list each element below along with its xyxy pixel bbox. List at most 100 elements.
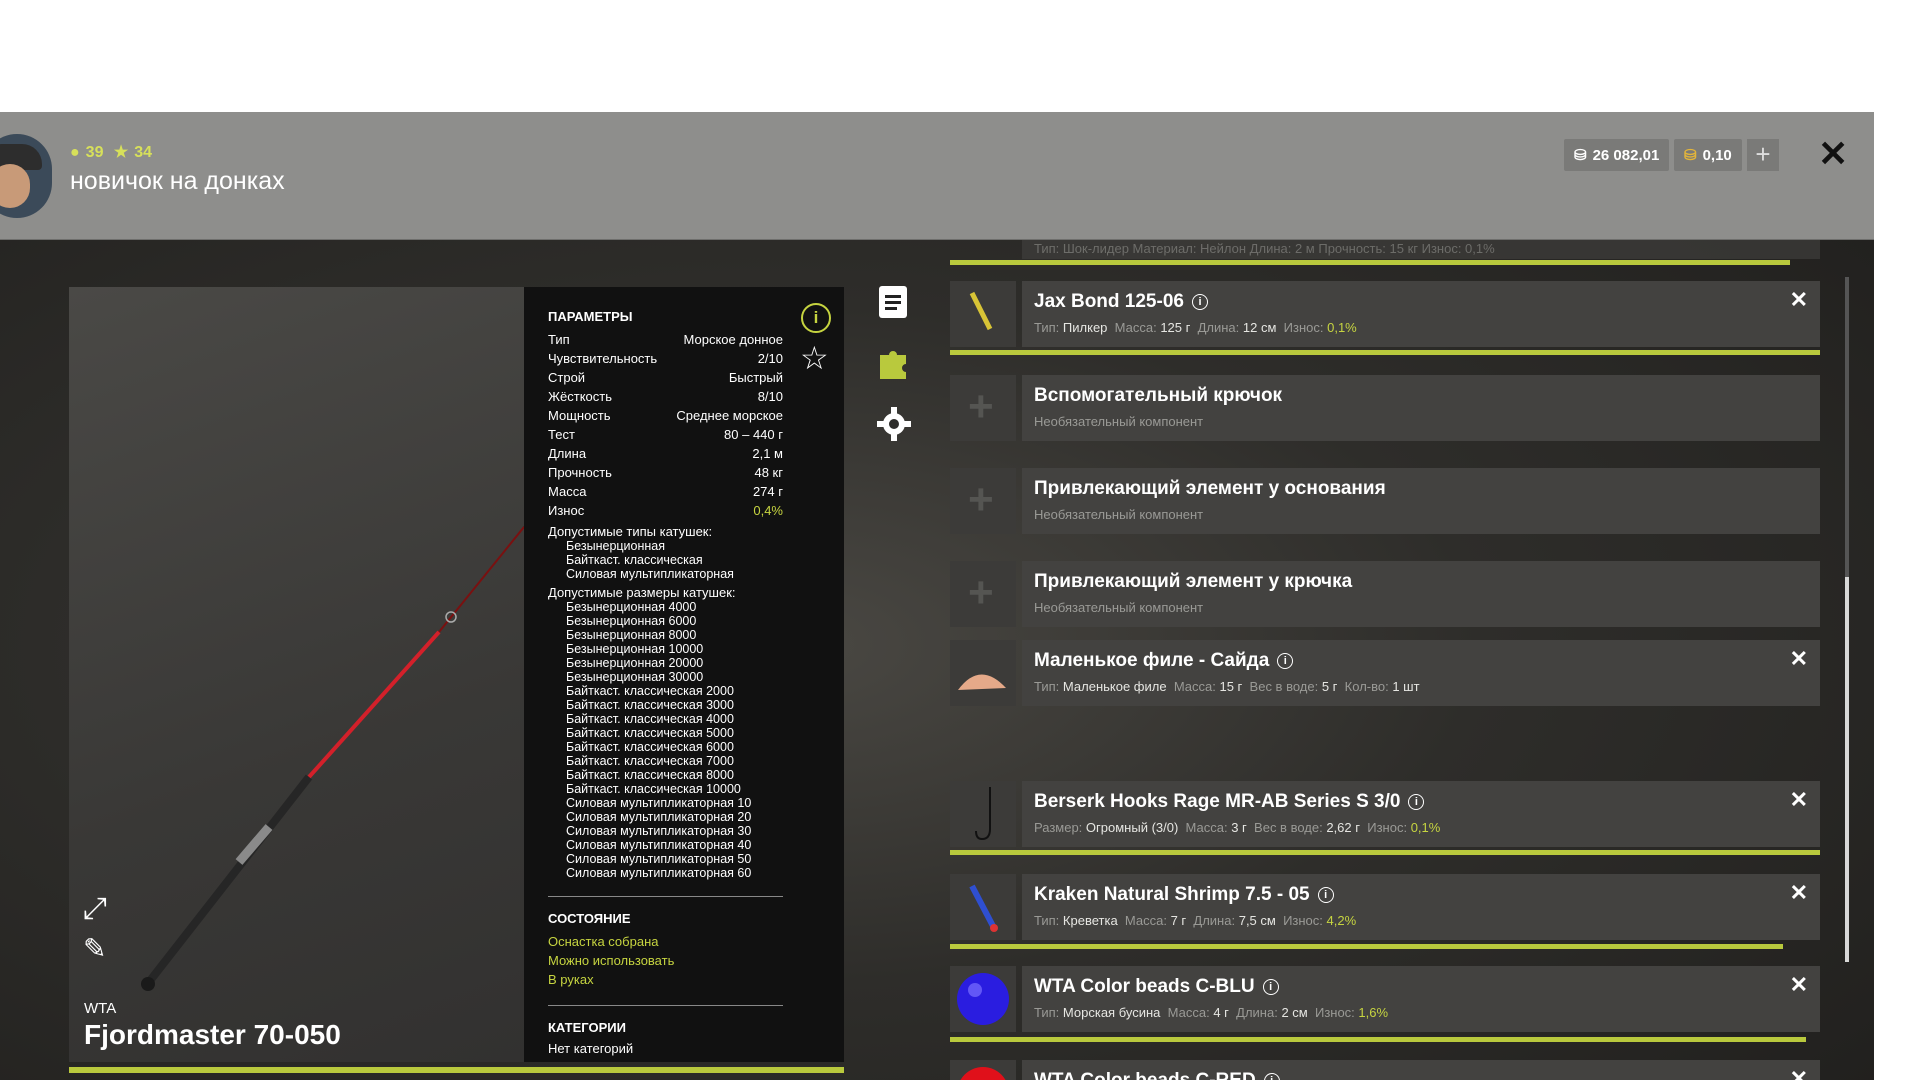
- shrimp-thumbnail: [950, 874, 1016, 940]
- param-row: Строй Быстрый: [548, 368, 783, 387]
- avatar[interactable]: [0, 134, 52, 218]
- param-value: 48 кг: [754, 465, 783, 480]
- plus-icon[interactable]: +: [968, 478, 994, 522]
- scrollbar-thumb[interactable]: [1845, 577, 1849, 962]
- params-heading: ПАРАМЕТРЫ: [548, 309, 633, 324]
- slot-bead-blue[interactable]: WTA Color beads C-BLU i Тип: Морская буси…: [950, 966, 1820, 1032]
- info-icon[interactable]: i: [1277, 653, 1294, 669]
- state-heading: СОСТОЯНИЕ: [548, 911, 631, 926]
- param-value: 274 г: [752, 484, 783, 499]
- player-stats: ● 39 ★ 34: [70, 142, 158, 162]
- slot-leader-partial[interactable]: Тип: Шок-лидер Материал: Нейлон Длина: 2…: [950, 239, 1820, 259]
- remove-icon[interactable]: ✕: [1790, 287, 1808, 313]
- jig-details: Тип: Пилкер Масса: 125 г Длина: 12 см Из…: [1034, 320, 1357, 335]
- list-item: Байткаст. классическая 3000: [566, 698, 734, 712]
- list-item: Силовая мультипликаторная 30: [566, 824, 752, 838]
- slot-attractor-hook[interactable]: + Привлекающий элемент у крючка Необязат…: [950, 561, 1820, 627]
- param-label: Мощность: [548, 408, 611, 423]
- param-row: Тип Морское донное: [548, 330, 783, 349]
- remove-icon[interactable]: ✕: [1790, 646, 1808, 672]
- remove-icon[interactable]: ✕: [1790, 972, 1808, 998]
- add-currency-button[interactable]: +: [1747, 139, 1779, 171]
- attractor-hook-sub: Необязательный компонент: [1034, 600, 1204, 615]
- blue-bead-details: Тип: Морская бусина Масса: 4 г Длина: 2 …: [1034, 1005, 1389, 1020]
- rod-image[interactable]: [69, 287, 524, 1062]
- shrimp-details: Тип: Креветка Масса: 7 г Длина: 7,5 см И…: [1034, 913, 1357, 928]
- expand-icon[interactable]: ⤢: [83, 892, 107, 926]
- param-row: Чувствительность 2/10: [548, 349, 783, 368]
- param-row: Жёсткость 8/10: [548, 387, 783, 406]
- puzzle-icon[interactable]: [876, 345, 912, 381]
- param-value: Среднее морское: [676, 408, 783, 423]
- list-item: Безынерционная 20000: [566, 656, 704, 670]
- list-item: Силовая мультипликаторная 40: [566, 838, 752, 852]
- wear-bar: [69, 1067, 844, 1073]
- list-item: Силовая мультипликаторная 60: [566, 866, 752, 880]
- param-label: Длина: [548, 446, 587, 461]
- star-icon[interactable]: ☆: [800, 339, 829, 377]
- blue-bead-thumbnail: [950, 966, 1016, 1032]
- param-value: 80 – 440 г: [724, 427, 783, 442]
- list-item: Безынерционная: [566, 539, 666, 553]
- param-label: Тип: [548, 332, 570, 347]
- hook-details: Размер: Огромный (3/0) Масса: 3 г Вес в …: [1034, 820, 1441, 835]
- list-item: В руках: [548, 972, 594, 987]
- list-item: Безынерционная 30000: [566, 670, 704, 684]
- list-item: Байткаст. классическая 8000: [566, 768, 734, 782]
- info-icon[interactable]: i: [1263, 1073, 1280, 1080]
- info-icon[interactable]: i: [801, 303, 831, 333]
- remove-icon[interactable]: ✕: [1790, 1066, 1808, 1080]
- param-label: Тест: [548, 427, 575, 442]
- slot-bead-red[interactable]: WTA Color beads C-RED i ✕: [950, 1060, 1820, 1080]
- list-item: Силовая мультипликаторная: [566, 567, 734, 581]
- slot-hook[interactable]: Berserk Hooks Rage MR-AB Series S 3/0 i Р…: [950, 781, 1820, 847]
- side-toolbar: [876, 284, 916, 467]
- jig-thumbnail: [950, 281, 1016, 347]
- info-icon[interactable]: i: [1262, 979, 1279, 995]
- list-item: Байткаст. классическая: [566, 553, 703, 567]
- list-item: Байткаст. классическая 4000: [566, 712, 734, 726]
- info-icon[interactable]: i: [1191, 294, 1208, 310]
- slot-aux-hook[interactable]: + Вспомогательный крючок Необязательный …: [950, 375, 1820, 441]
- params-rows: Тип Морское донное Чувствительность 2/10 Стр…: [548, 330, 783, 520]
- jig-title: Jax Bond 125-06: [1034, 291, 1184, 312]
- param-value: 2/10: [757, 351, 783, 366]
- slot-shrimp[interactable]: Kraken Natural Shrimp 7.5 - 05 i Тип: Кре…: [950, 874, 1820, 940]
- plus-icon[interactable]: +: [968, 385, 994, 429]
- gear-icon[interactable]: [876, 406, 912, 442]
- close-icon[interactable]: ✕: [1818, 136, 1848, 172]
- param-value: 2,1 м: [752, 446, 783, 461]
- shrimp-title: Kraken Natural Shrimp 7.5 - 05: [1034, 884, 1310, 905]
- attractor-hook-title: Привлекающий элемент у крючка: [1034, 571, 1353, 592]
- parameters-panel: ПАРАМЕТРЫ Тип Морское донное Чувствительно…: [524, 287, 844, 1062]
- slot-attractor-base[interactable]: + Привлекающий элемент у основания Необя…: [950, 468, 1820, 534]
- gold-balance: ⛁ 0,10: [1674, 139, 1742, 171]
- param-value: 0,4%: [753, 503, 783, 518]
- reel-sizes-heading: Допустимые размеры катушек:: [548, 585, 736, 600]
- info-icon[interactable]: i: [1317, 887, 1334, 903]
- param-label: Масса: [548, 484, 587, 499]
- red-bead-title: WTA Color beads C-RED: [1034, 1070, 1256, 1080]
- slot-leader-details: Тип: Шок-лидер Материал: Нейлон Длина: 2…: [1034, 241, 1495, 256]
- categories-heading: КАТЕГОРИИ: [548, 1020, 626, 1035]
- remove-icon[interactable]: ✕: [1790, 787, 1808, 813]
- silver-balance: ⛁ 26 082,01: [1564, 139, 1670, 171]
- aux-hook-sub: Необязательный компонент: [1034, 414, 1204, 429]
- param-label: Износ: [548, 503, 585, 518]
- param-row: Износ 0,4%: [548, 501, 783, 520]
- tackle-window: ● 39 ★ 34 новичок на донках ⛁ 26 082,01 ⛁ 0,…: [0, 112, 1874, 1080]
- gold-icon: ⛁: [1684, 147, 1697, 164]
- list-icon[interactable]: [876, 284, 912, 320]
- slot-bait[interactable]: Маленькое филе - Сайда i Тип: Маленькое ф…: [950, 640, 1820, 706]
- remove-icon[interactable]: ✕: [1790, 880, 1808, 906]
- brush-icon[interactable]: ✎: [83, 932, 106, 965]
- fillet-thumbnail: [950, 640, 1016, 706]
- info-icon[interactable]: i: [1408, 794, 1425, 810]
- list-item: Безынерционная 4000: [566, 600, 697, 614]
- param-value: 8/10: [757, 389, 783, 404]
- slot-jig[interactable]: Jax Bond 125-06 i Тип: Пилкер Масса: 125 …: [950, 281, 1820, 347]
- plus-icon[interactable]: +: [968, 571, 994, 615]
- state-list: Оснастка собрана Можно использовать В рука…: [548, 932, 783, 989]
- player-nickname: новичок на донках: [70, 167, 285, 195]
- item-brand: WTA: [84, 1000, 117, 1017]
